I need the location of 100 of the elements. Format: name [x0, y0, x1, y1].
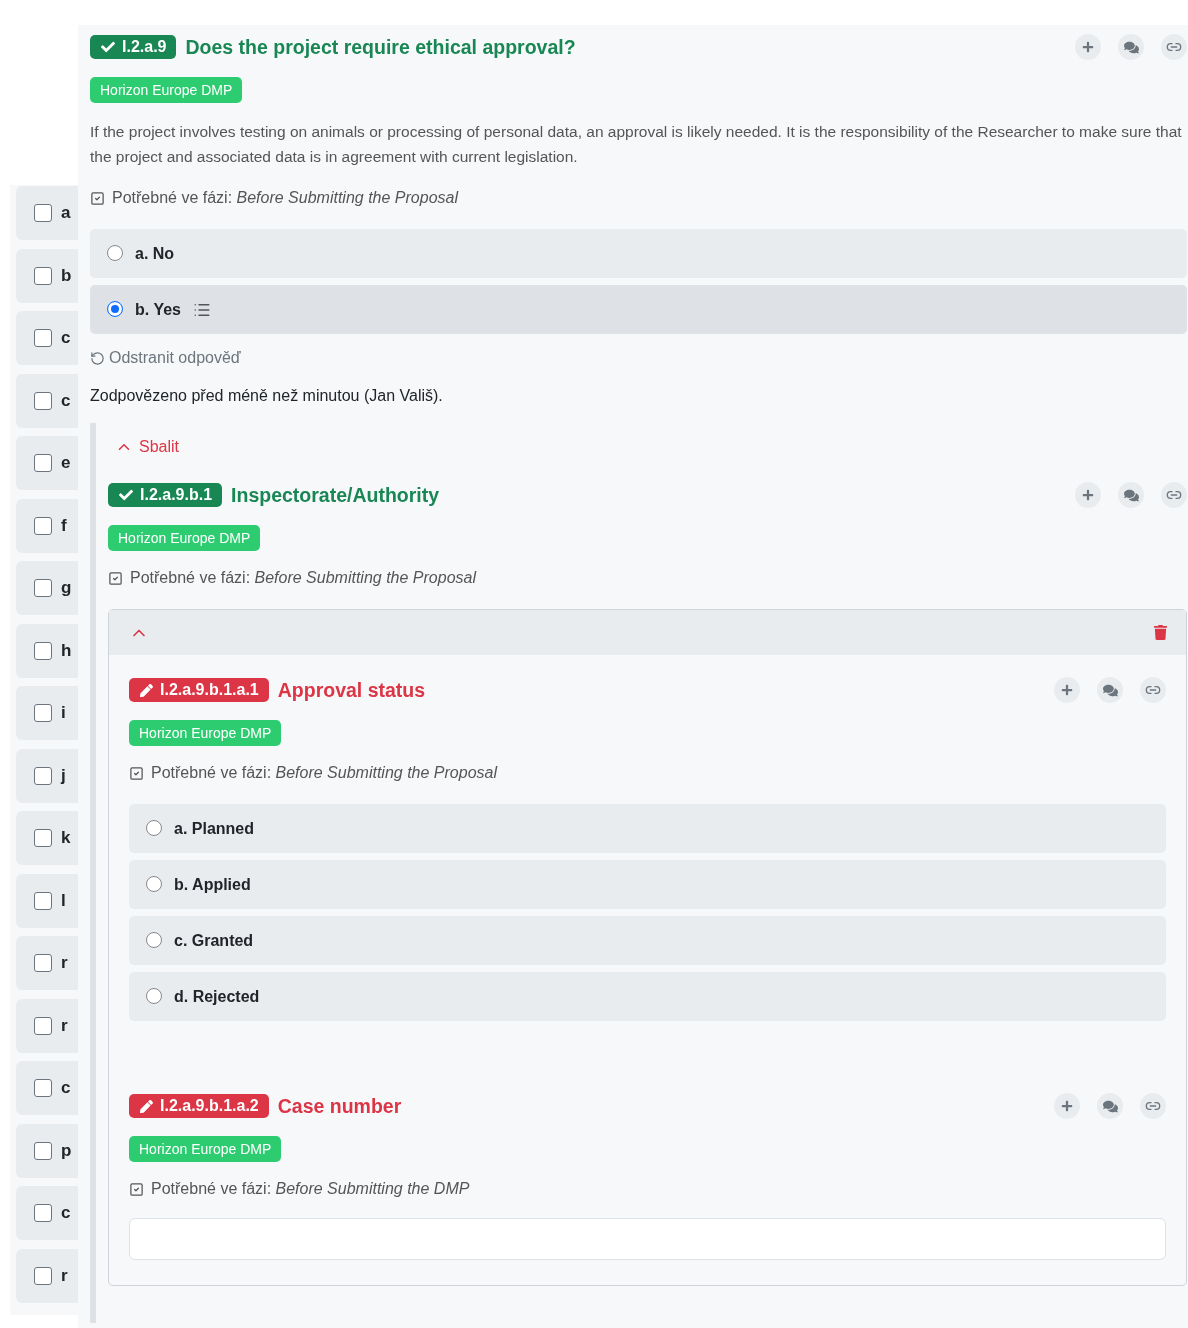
list-row[interactable]: c: [16, 373, 78, 428]
radio-button[interactable]: [146, 875, 162, 892]
answer-option[interactable]: a. No: [90, 229, 1187, 278]
checkbox-icon: [90, 190, 105, 206]
row-label: a: [61, 203, 71, 223]
row-label: j: [61, 765, 66, 786]
row-label: l: [61, 890, 66, 911]
checkbox[interactable]: [34, 1141, 52, 1160]
row-label: r: [61, 953, 68, 973]
undo-icon: [90, 350, 105, 366]
answer-option[interactable]: b. Yes: [90, 285, 1187, 334]
link-button[interactable]: [1161, 34, 1187, 60]
list-row[interactable]: c: [16, 1061, 78, 1115]
speech-bubbles-icon: [1102, 682, 1118, 698]
radio-button[interactable]: [146, 819, 162, 836]
checkbox[interactable]: [34, 766, 52, 785]
comments-button[interactable]: [1097, 677, 1123, 703]
speech-bubbles-icon: [1123, 39, 1139, 55]
checkbox[interactable]: [34, 704, 52, 722]
answer-option[interactable]: d. Rejected: [129, 972, 1166, 1021]
list-row[interactable]: c: [16, 311, 78, 365]
question-title: Inspectorate/Authority: [231, 483, 441, 507]
tag: Horizon Europe DMP: [90, 77, 243, 103]
link-button[interactable]: [1140, 1093, 1166, 1119]
comments-button[interactable]: [1097, 1093, 1123, 1119]
list-row[interactable]: a: [16, 186, 78, 240]
checkbox[interactable]: [34, 954, 52, 972]
check-icon: [119, 488, 133, 502]
radio-button[interactable]: [146, 931, 162, 948]
checkbox[interactable]: [34, 516, 52, 535]
answer-option[interactable]: c. Granted: [129, 916, 1166, 965]
check-icon: [101, 40, 115, 54]
add-button[interactable]: [1054, 1093, 1080, 1119]
checkbox[interactable]: [34, 579, 52, 597]
plus-icon: [1082, 41, 1094, 53]
link-button[interactable]: [1161, 482, 1187, 508]
checkbox[interactable]: [34, 204, 52, 222]
delete-button[interactable]: [1153, 625, 1168, 640]
row-label: c: [61, 328, 71, 348]
answered-note: Zodpovězeno před méně než minutou (Jan Vališ).: [90, 387, 444, 405]
plus-icon: [1061, 684, 1073, 696]
checkbox[interactable]: [34, 329, 52, 347]
answer-field[interactable]: [129, 1218, 1166, 1260]
comments-button[interactable]: [1118, 482, 1144, 508]
question-title: Does the project require ethical approval?: [185, 35, 577, 59]
phase-label: Potřebné ve fázi: Before Submitting the DMP: [151, 1180, 470, 1198]
radio-button[interactable]: [146, 987, 162, 1004]
row-label: g: [61, 578, 72, 598]
question-title: Case number: [277, 1094, 403, 1118]
list-row[interactable]: j: [16, 748, 78, 803]
checkbox[interactable]: [34, 454, 52, 472]
tag: Horizon Europe DMP: [129, 720, 282, 746]
checkbox[interactable]: [34, 1016, 52, 1035]
link-button[interactable]: [1140, 677, 1166, 703]
pencil-icon: [140, 683, 153, 697]
collapse-link[interactable]: Sbalit: [108, 438, 180, 456]
checkbox[interactable]: [34, 391, 52, 410]
radio-button[interactable]: [107, 244, 123, 261]
list-row[interactable]: h: [16, 623, 78, 678]
row-label: c: [61, 1078, 71, 1098]
clear-answer-button[interactable]: Odstranit odpověď: [90, 349, 241, 367]
row-label: p: [61, 1140, 72, 1161]
checkbox-icon: [129, 765, 144, 781]
checkbox[interactable]: [34, 891, 52, 910]
row-label: f: [61, 515, 67, 536]
list-row[interactable]: r: [16, 998, 78, 1053]
checkbox[interactable]: [34, 1204, 52, 1222]
plus-icon: [1082, 489, 1094, 501]
list-row[interactable]: b: [16, 248, 78, 303]
list-row[interactable]: l: [16, 873, 78, 928]
tag: Horizon Europe DMP: [108, 525, 261, 551]
list-row[interactable]: f: [16, 498, 78, 553]
add-button[interactable]: [1054, 677, 1080, 703]
checkbox[interactable]: [34, 1079, 52, 1097]
checkbox[interactable]: [34, 641, 52, 660]
row-label: i: [61, 703, 66, 723]
checkbox[interactable]: [34, 829, 52, 847]
plus-icon: [1061, 1100, 1073, 1112]
list-row[interactable]: i: [16, 686, 78, 740]
list-row[interactable]: r: [16, 1248, 78, 1303]
radio-button[interactable]: [107, 300, 123, 317]
list-row[interactable]: k: [16, 811, 78, 865]
comments-button[interactable]: [1118, 34, 1144, 60]
row-label: r: [61, 1015, 68, 1036]
row-label: k: [61, 828, 71, 848]
list-row[interactable]: r: [16, 936, 78, 990]
add-button[interactable]: [1075, 34, 1101, 60]
list-row[interactable]: g: [16, 561, 78, 615]
phase-label: Potřebné ve fázi: Before Submitting the Proposal: [151, 764, 497, 782]
checkbox[interactable]: [34, 1266, 52, 1285]
answer-option[interactable]: b. Applied: [129, 860, 1166, 909]
row-label: c: [61, 1203, 71, 1223]
answer-option[interactable]: a. Planned: [129, 804, 1166, 853]
question-number-badge: I.2.a.9.b.1.a.2: [129, 1094, 269, 1118]
list-row[interactable]: p: [16, 1123, 78, 1178]
checkbox[interactable]: [34, 266, 52, 285]
add-button[interactable]: [1075, 482, 1101, 508]
list-row[interactable]: e: [16, 436, 78, 490]
list-row[interactable]: c: [16, 1186, 78, 1240]
row-label: h: [61, 640, 72, 661]
